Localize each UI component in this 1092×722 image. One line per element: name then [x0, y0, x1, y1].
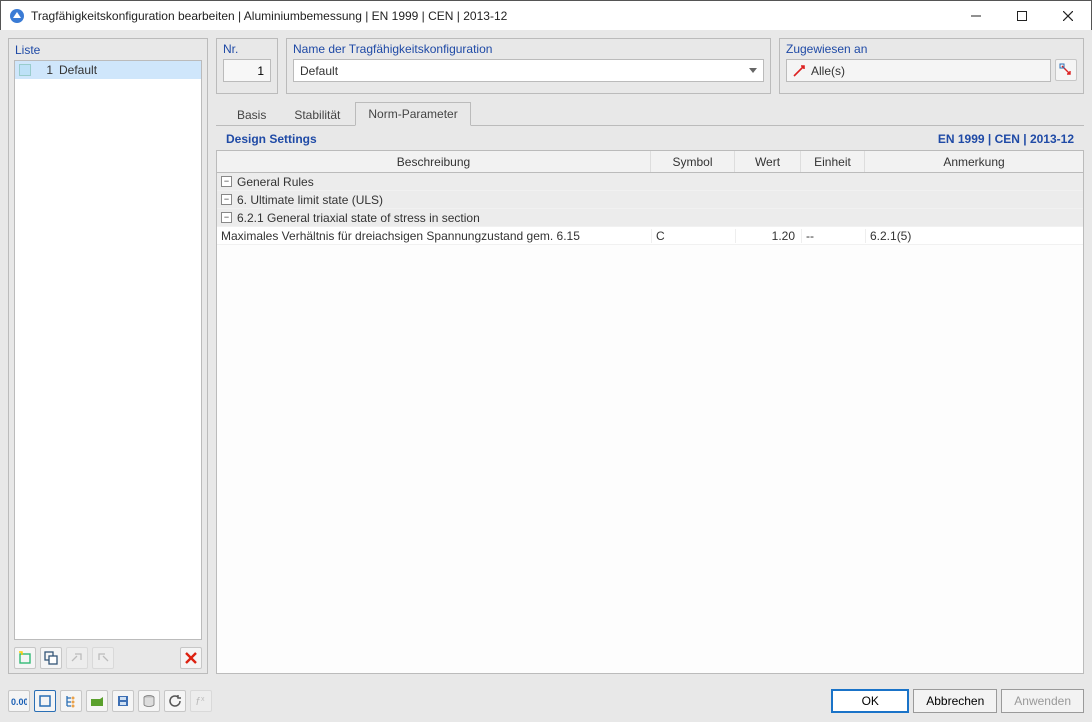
collapse-icon[interactable]: − [221, 176, 232, 187]
link-out-button[interactable] [92, 647, 114, 669]
col-header-unit[interactable]: Einheit [801, 151, 865, 172]
name-label: Name der Tragfähigkeitskonfiguration [293, 42, 764, 56]
param-sym: C [651, 229, 735, 243]
bottom-bar: 0.00 fx OK Abbrechen Anwenden [8, 686, 1084, 716]
nr-input[interactable] [223, 59, 271, 82]
new-item-button[interactable] [14, 647, 36, 669]
list-panel: Liste 1 Default [8, 38, 208, 674]
name-select-value: Default [300, 64, 338, 78]
units-button[interactable]: 0.00 [8, 690, 30, 712]
list-item-label: Default [59, 63, 97, 77]
cancel-button[interactable]: Abbrechen [913, 689, 997, 713]
list-heading: Liste [9, 39, 207, 60]
list-toolbar [9, 645, 207, 673]
assign-pick-button[interactable] [1055, 59, 1077, 81]
assign-field[interactable]: Alle(s) [786, 59, 1051, 82]
col-header-rem[interactable]: Anmerkung [865, 151, 1083, 172]
copy-item-button[interactable] [40, 647, 62, 669]
tab-basis[interactable]: Basis [224, 103, 279, 126]
assign-value: Alle(s) [811, 64, 845, 78]
view-button[interactable] [34, 690, 56, 712]
grid-body[interactable]: − General Rules − 6. Ultimate limit stat… [217, 173, 1083, 673]
settings-grid: Beschreibung Symbol Wert Einheit Anmerku… [216, 150, 1084, 674]
param-rem: 6.2.1(5) [865, 229, 1083, 243]
collapse-icon[interactable]: − [221, 194, 232, 205]
tree-button[interactable] [60, 690, 82, 712]
col-header-desc[interactable]: Beschreibung [217, 151, 651, 172]
config-list[interactable]: 1 Default [14, 60, 202, 640]
svg-text:0.00: 0.00 [11, 697, 27, 707]
tab-bar: Basis Stabilität Norm-Parameter [216, 102, 1084, 126]
subgroup-row[interactable]: − 6. Ultimate limit state (ULS) [217, 191, 1083, 209]
delete-item-button[interactable] [180, 647, 202, 669]
param-val[interactable]: 1.20 [735, 229, 801, 243]
grid-header: Beschreibung Symbol Wert Einheit Anmerku… [217, 151, 1083, 173]
link-in-button[interactable] [66, 647, 88, 669]
name-select[interactable]: Default [293, 59, 764, 82]
tab-stabilitaet[interactable]: Stabilität [281, 103, 353, 126]
list-item-swatch [19, 64, 31, 76]
subgroup-label: 6. Ultimate limit state (ULS) [237, 193, 383, 207]
window-controls [953, 1, 1091, 30]
group-label: General Rules [237, 175, 314, 189]
save-button[interactable] [112, 690, 134, 712]
database-button[interactable] [138, 690, 160, 712]
collapse-icon[interactable]: − [221, 212, 232, 223]
right-area: Nr. Name der Tragfähigkeitskonfiguration… [216, 38, 1084, 674]
param-row[interactable]: Maximales Verhältnis für dreiachsigen Sp… [217, 227, 1083, 245]
minimize-button[interactable] [953, 1, 999, 30]
open-button[interactable] [86, 690, 108, 712]
apply-button[interactable]: Anwenden [1001, 689, 1084, 713]
design-title: Design Settings [226, 132, 317, 146]
app-icon [9, 8, 25, 24]
window-title: Tragfähigkeitskonfiguration bearbeiten |… [31, 9, 953, 23]
client-area: Liste 1 Default [0, 30, 1092, 722]
function-button[interactable]: fx [190, 690, 212, 712]
col-header-sym[interactable]: Symbol [651, 151, 735, 172]
param-desc: Maximales Verhältnis für dreiachsigen Sp… [221, 229, 580, 243]
svg-text:f: f [196, 696, 200, 708]
reset-button[interactable] [164, 690, 186, 712]
assign-box: Zugewiesen an Alle(s) [779, 38, 1084, 94]
col-header-val[interactable]: Wert [735, 151, 801, 172]
list-item-number: 1 [35, 63, 53, 77]
design-norm: EN 1999 | CEN | 2013-12 [938, 132, 1074, 146]
assign-label: Zugewiesen an [786, 42, 1077, 56]
group-row[interactable]: − General Rules [217, 173, 1083, 191]
assign-icon [793, 65, 805, 77]
tab-norm-parameter[interactable]: Norm-Parameter [355, 102, 470, 126]
subgroup2-label: 6.2.1 General triaxial state of stress i… [237, 211, 480, 225]
title-bar: Tragfähigkeitskonfiguration bearbeiten |… [1, 1, 1091, 31]
nr-box: Nr. [216, 38, 278, 94]
nr-label: Nr. [223, 42, 271, 56]
maximize-button[interactable] [999, 1, 1045, 30]
svg-text:x: x [201, 696, 205, 703]
design-bar: Design Settings EN 1999 | CEN | 2013-12 [216, 126, 1084, 150]
ok-button[interactable]: OK [831, 689, 909, 713]
name-box: Name der Tragfähigkeitskonfiguration Def… [286, 38, 771, 94]
subgroup2-row[interactable]: − 6.2.1 General triaxial state of stress… [217, 209, 1083, 227]
close-button[interactable] [1045, 1, 1091, 30]
chevron-down-icon [749, 68, 757, 73]
param-unit: -- [801, 229, 865, 243]
list-item[interactable]: 1 Default [15, 61, 201, 79]
